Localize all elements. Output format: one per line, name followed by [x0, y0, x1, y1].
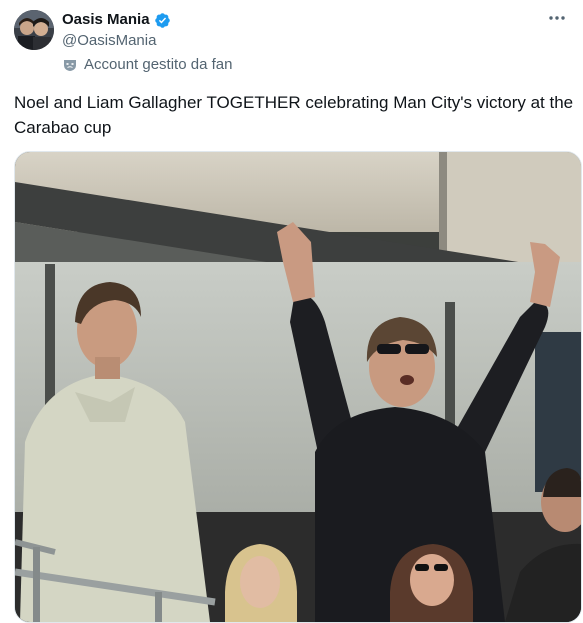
author-name-row[interactable]: Oasis Mania	[62, 10, 171, 30]
mask-icon	[62, 57, 78, 73]
more-options-icon[interactable]	[545, 8, 569, 28]
author-handle[interactable]: @OasisMania	[62, 31, 156, 51]
verified-badge-icon	[154, 12, 171, 29]
tweet-text: Noel and Liam Gallagher TOGETHER celebra…	[14, 93, 574, 137]
managed-account-text: Account gestito da fan	[84, 56, 233, 73]
avatar[interactable]	[14, 10, 54, 50]
author-display-name[interactable]: Oasis Mania	[62, 10, 150, 30]
tweet-card: Oasis Mania @OasisMania Account gestito …	[0, 0, 583, 623]
managed-account-label: Account gestito da fan	[62, 55, 232, 75]
tweet-photo[interactable]	[14, 151, 582, 623]
